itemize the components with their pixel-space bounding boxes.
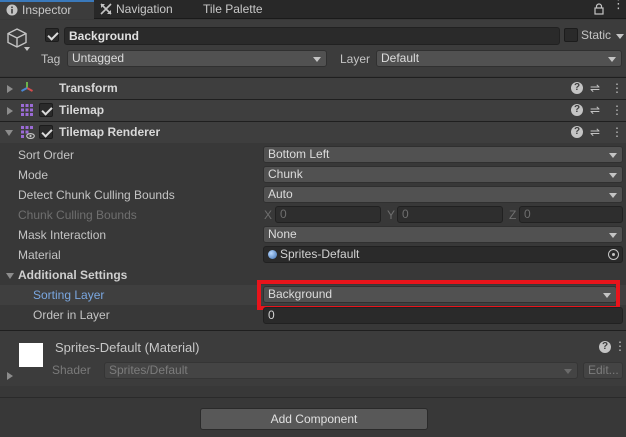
tilemap-title: Tilemap: [59, 103, 105, 117]
fold-closed-icon[interactable]: [7, 85, 13, 93]
bounds-z-field[interactable]: 0: [519, 206, 623, 223]
tag-dropdown[interactable]: Untagged: [67, 50, 327, 67]
bounds-y-field[interactable]: 0: [397, 206, 503, 223]
mask-interaction-value: None: [268, 227, 297, 241]
detect-culling-dropdown[interactable]: Auto: [263, 186, 623, 203]
tab-tile-palette[interactable]: Tile Palette: [203, 0, 283, 19]
sort-order-dropdown[interactable]: Bottom Left: [263, 146, 623, 163]
add-component-button[interactable]: Add Component: [200, 408, 428, 430]
tab-navigation[interactable]: Navigation: [100, 0, 196, 19]
component-menu-icon[interactable]: ⋮: [611, 103, 623, 117]
highlight-box: [257, 280, 620, 310]
detect-culling-label: Detect Chunk Culling Bounds: [18, 188, 175, 202]
tab-tile-palette-label: Tile Palette: [203, 2, 263, 16]
help-icon[interactable]: ?: [571, 126, 583, 138]
mode-dropdown[interactable]: Chunk: [263, 166, 623, 183]
tab-navigation-label: Navigation: [116, 2, 173, 16]
fold-closed-icon[interactable]: [7, 107, 13, 115]
tab-bar: Inspector Navigation Tile Palette ⋮: [0, 0, 626, 19]
tilemap-header[interactable]: Tilemap ? ⇌ ⋮: [0, 99, 626, 121]
tilemap-renderer-header[interactable]: Tilemap Renderer ? ⇌ ⋮: [0, 121, 626, 143]
gameobject-cube-icon[interactable]: [6, 27, 28, 49]
help-icon[interactable]: ?: [571, 104, 583, 116]
order-in-layer-field[interactable]: 0: [263, 307, 623, 324]
chevron-down-icon: [313, 57, 321, 62]
shader-value: Sprites/Default: [109, 363, 188, 377]
divider: [0, 397, 626, 398]
material-value: Sprites-Default: [280, 247, 360, 261]
chevron-down-icon: [609, 233, 617, 238]
chevron-down-icon: [609, 153, 617, 158]
material-section-title: Sprites-Default (Material): [55, 340, 200, 355]
tilemap-renderer-icon: [21, 126, 35, 140]
mode-value: Chunk: [268, 167, 303, 181]
fold-open-icon[interactable]: [5, 130, 13, 136]
material-preview-swatch[interactable]: [19, 343, 43, 367]
shader-edit-button[interactable]: Edit...: [583, 362, 623, 379]
gameobject-name-field[interactable]: Background: [64, 27, 560, 45]
tab-inspector-label: Inspector: [22, 3, 72, 17]
chevron-down-icon: [609, 193, 617, 198]
help-icon[interactable]: ?: [599, 341, 611, 353]
component-menu-icon[interactable]: ⋮: [611, 81, 623, 95]
mask-interaction-dropdown[interactable]: None: [263, 226, 623, 243]
tilemap-icon: [21, 104, 33, 116]
icon-dropdown-arrow-icon[interactable]: [24, 47, 30, 51]
bounds-y-label: Y: [387, 208, 396, 222]
bounds-x-field[interactable]: 0: [275, 206, 381, 223]
help-icon[interactable]: ?: [571, 82, 583, 94]
material-fold-icon[interactable]: [7, 372, 13, 380]
component-menu-icon[interactable]: ⋮: [611, 125, 623, 139]
order-in-layer-label: Order in Layer: [33, 308, 110, 322]
layer-value: Default: [381, 51, 420, 65]
sort-order-value: Bottom Left: [268, 147, 330, 161]
navigation-icon: [100, 3, 112, 15]
bounds-x-label: X: [264, 208, 273, 222]
info-icon: [6, 4, 18, 16]
preset-icon[interactable]: ⇌: [590, 103, 600, 117]
material-menu-icon[interactable]: ⋮: [614, 339, 626, 353]
mask-interaction-label: Mask Interaction: [18, 228, 107, 242]
static-checkbox[interactable]: [564, 28, 578, 42]
sorting-layer-label: Sorting Layer: [33, 288, 105, 302]
tilemap-renderer-enabled-checkbox[interactable]: [39, 125, 53, 139]
preset-icon[interactable]: ⇌: [590, 125, 600, 139]
tab-inspector[interactable]: Inspector: [0, 0, 94, 19]
transform-icon: [21, 82, 33, 92]
tilemap-renderer-title: Tilemap Renderer: [59, 125, 161, 139]
additional-settings-fold-icon[interactable]: [6, 273, 14, 279]
detect-culling-value: Auto: [268, 187, 293, 201]
additional-settings-label[interactable]: Additional Settings: [18, 267, 127, 283]
tag-value: Untagged: [72, 51, 125, 65]
chevron-down-icon: [564, 369, 572, 374]
tab-menu-icon[interactable]: ⋮: [612, 0, 625, 10]
culling-bounds-label: Chunk Culling Bounds: [18, 208, 137, 222]
layer-dropdown[interactable]: Default: [376, 50, 622, 67]
mode-label: Mode: [18, 168, 49, 182]
bounds-z-label: Z: [509, 208, 517, 222]
tilemap-enabled-checkbox[interactable]: [39, 103, 53, 117]
material-field[interactable]: Sprites-Default: [263, 246, 623, 263]
sort-order-label: Sort Order: [18, 148, 75, 162]
layer-label: Layer: [340, 52, 371, 66]
active-checkbox[interactable]: [45, 28, 59, 42]
lock-icon[interactable]: [594, 3, 604, 15]
preset-icon[interactable]: ⇌: [590, 81, 600, 95]
material-sphere-icon: [268, 250, 277, 259]
shader-dropdown[interactable]: Sprites/Default: [104, 362, 578, 379]
static-label[interactable]: Static: [581, 27, 611, 43]
chevron-down-icon: [609, 173, 617, 178]
shader-label: Shader: [52, 363, 91, 377]
chevron-down-icon: [608, 57, 616, 62]
tag-label: Tag: [41, 52, 61, 66]
object-picker-icon[interactable]: [608, 249, 619, 260]
transform-header[interactable]: Transform ? ⇌ ⋮: [0, 77, 626, 99]
transform-title: Transform: [59, 81, 118, 95]
material-label: Material: [18, 248, 61, 262]
static-dropdown-icon[interactable]: [616, 34, 624, 39]
